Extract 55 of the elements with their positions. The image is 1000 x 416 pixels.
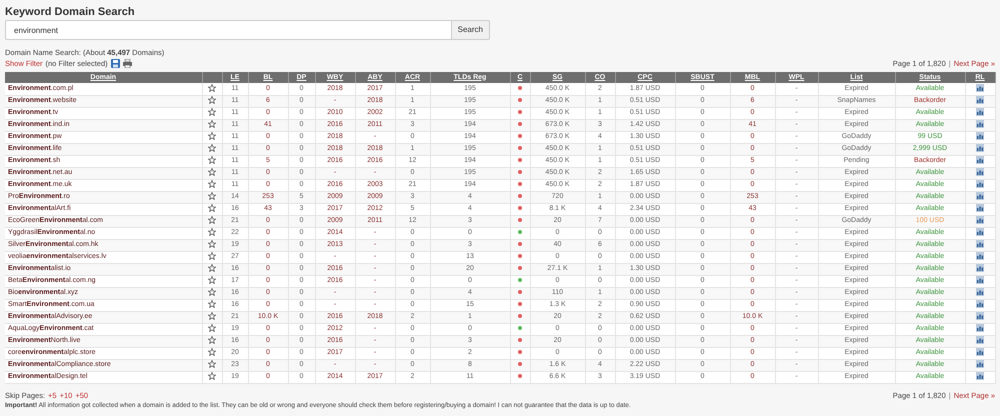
search-field[interactable]: environment [5, 20, 452, 40]
chart-icon[interactable] [976, 204, 984, 212]
star-icon[interactable] [208, 324, 216, 332]
star-icon[interactable] [208, 96, 216, 104]
chart-icon[interactable] [976, 84, 984, 92]
chart-icon[interactable] [976, 276, 984, 284]
star-icon[interactable] [208, 180, 216, 188]
star-icon[interactable] [208, 192, 216, 200]
star-icon[interactable] [208, 348, 216, 356]
chart-icon[interactable] [976, 144, 984, 152]
chart-icon[interactable] [976, 252, 984, 260]
chart-icon[interactable] [976, 264, 984, 272]
star-icon[interactable] [208, 132, 216, 140]
chart-icon[interactable] [976, 156, 984, 164]
printer-icon[interactable] [122, 59, 132, 68]
star-icon[interactable] [208, 240, 216, 248]
star-icon[interactable] [208, 336, 216, 344]
star-icon[interactable] [208, 108, 216, 116]
chart-icon[interactable] [976, 324, 984, 332]
chart-icon[interactable] [976, 192, 984, 200]
chart-icon[interactable] [976, 360, 984, 368]
star-icon[interactable] [208, 204, 216, 212]
star-icon[interactable] [208, 228, 216, 236]
star-icon[interactable] [208, 216, 216, 224]
chart-icon[interactable] [976, 300, 984, 308]
chart-icon[interactable] [976, 348, 984, 356]
chart-icon[interactable] [976, 240, 984, 248]
star-icon[interactable] [208, 312, 216, 320]
star-icon[interactable] [208, 360, 216, 368]
chart-icon[interactable] [976, 132, 984, 140]
star-icon[interactable] [208, 252, 216, 260]
star-icon[interactable] [208, 84, 216, 92]
save-icon[interactable] [110, 59, 120, 68]
star-icon[interactable] [208, 156, 216, 164]
page-title: Keyword Domain Search [5, 5, 136, 20]
chart-icon[interactable] [976, 96, 984, 104]
star-icon[interactable] [208, 372, 216, 380]
chart-icon[interactable] [976, 336, 984, 344]
star-icon[interactable] [208, 120, 216, 128]
chart-icon[interactable] [976, 288, 984, 296]
star-icon[interactable] [208, 168, 216, 176]
search-button[interactable]: Search [452, 20, 490, 40]
chart-icon[interactable] [976, 312, 984, 320]
star-icon[interactable] [208, 276, 216, 284]
chart-icon[interactable] [976, 108, 984, 116]
star-icon[interactable] [208, 288, 216, 296]
chart-icon[interactable] [976, 168, 984, 176]
chart-icon[interactable] [976, 216, 984, 224]
star-icon[interactable] [208, 144, 216, 152]
star-icon[interactable] [208, 264, 216, 272]
chart-icon[interactable] [976, 180, 984, 188]
chart-icon[interactable] [976, 372, 984, 380]
chart-icon[interactable] [976, 120, 984, 128]
star-icon[interactable] [208, 300, 216, 308]
chart-icon[interactable] [976, 228, 984, 236]
